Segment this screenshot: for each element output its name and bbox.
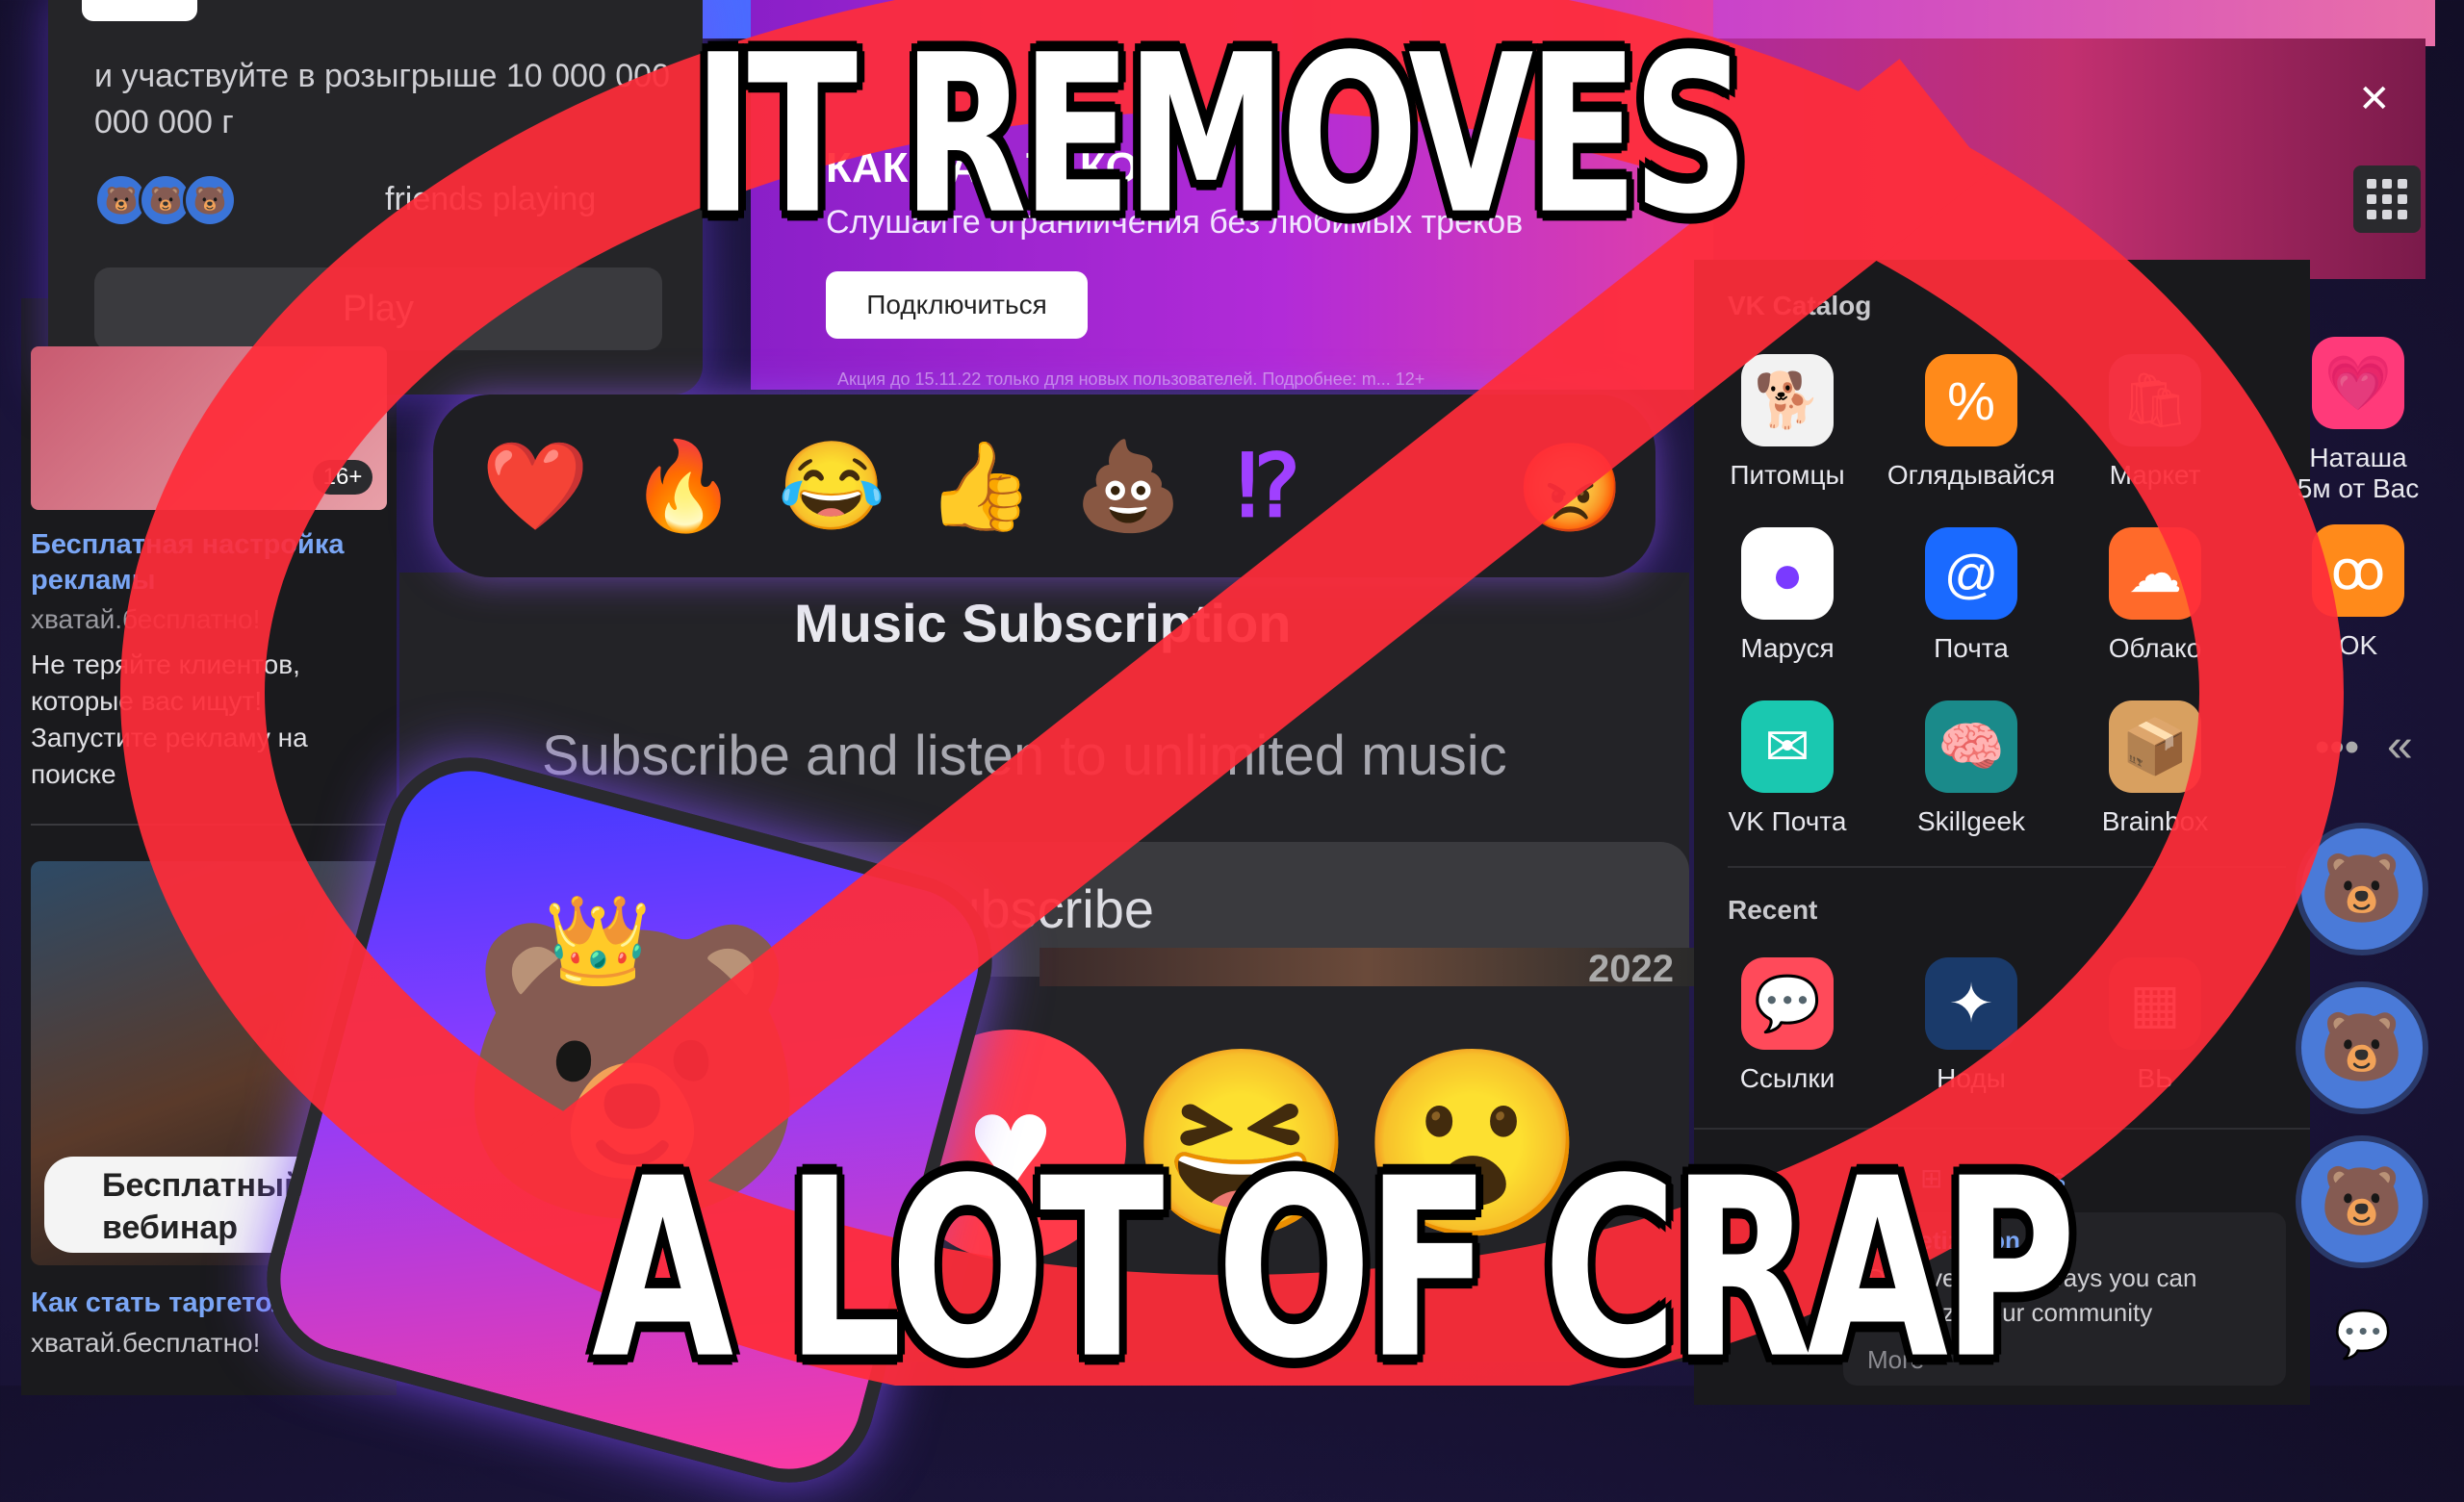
ad2-site: хватай.бесплатно! <box>31 1328 261 1358</box>
app-label: Skillgeek <box>1916 806 2026 836</box>
right-rail-app[interactable]: ꝏ OK <box>2291 524 2426 661</box>
rail-avatar[interactable]: 🐻 <box>2296 823 2428 955</box>
recent-app-icon: ▦ <box>2109 957 2201 1050</box>
catalog-app-tile[interactable]: % Оглядывайся <box>1880 354 2063 491</box>
catalog-app-tile[interactable]: 📦 Brainbox <box>2064 700 2246 837</box>
catalog-app-tile[interactable]: ● Маруся <box>1696 527 1879 664</box>
catalog-app-tile[interactable]: 🛍 Маркет <box>2064 354 2246 491</box>
heart-app-icon: 💗 <box>2312 337 2404 429</box>
app-label: Ссылки <box>1739 1063 1835 1093</box>
catalog-app-tile[interactable]: @ Почта <box>1880 527 2063 664</box>
app-label: Маруся <box>1740 633 1835 663</box>
ad-text: Не теряйте клиентов, которые вас ищут! З… <box>31 649 308 789</box>
fire-reaction-icon[interactable]: 🔥 <box>629 436 737 537</box>
right-rail-app[interactable]: 💗 Наташа 5м от Вас <box>2291 337 2426 504</box>
catalog-app-tile[interactable]: ▦ ВЬ <box>2064 957 2246 1094</box>
divider <box>1728 866 2286 868</box>
right-rail-label: Наташа 5м от Вас <box>2297 443 2420 503</box>
question-reaction-icon[interactable]: ⁉ <box>1222 436 1315 537</box>
divider <box>31 824 385 826</box>
more-dots-icon[interactable]: ••• <box>2315 724 2359 772</box>
chat-bubble-icon[interactable]: 💬 <box>2334 1307 2392 1362</box>
app-label: Питомцы <box>1730 460 1845 490</box>
catalog-app-tile[interactable]: ☁ Облако <box>2064 527 2246 664</box>
ad2-title-link[interactable]: Как стать таргетол <box>31 1287 289 1319</box>
app-label: ВЬ <box>2137 1063 2173 1093</box>
app-label: Маркет <box>2109 460 2201 490</box>
recent-title: Recent <box>1728 895 1818 925</box>
right-rail-label: OK <box>2338 630 2378 660</box>
age-badge: 16+ <box>313 460 372 495</box>
app-label: Оглядывайся <box>1886 460 2056 490</box>
ad-site: хватай.бесплатно! <box>31 604 261 634</box>
game-description: и участвуйте в розыгрыше 10 000 000 000 … <box>94 58 671 140</box>
poop-reaction-icon[interactable]: 💩 <box>1074 436 1182 537</box>
link-bubble-icon: 💬 <box>1741 957 1834 1050</box>
skills-icon: 🧠 <box>1925 700 2017 793</box>
cloud-icon: ☁ <box>2109 527 2201 620</box>
year-label: 2022 <box>1588 948 1674 990</box>
app-label: Облако <box>2108 633 2202 663</box>
music-card-title: Music Subscription <box>794 593 1292 653</box>
angry-reaction-icon[interactable]: 😡 <box>1516 438 1624 539</box>
reactions-bar: ❤️ 🔥 😂 👍 💩 ⁉ <box>433 395 1656 577</box>
collapse-chevron-icon[interactable]: « <box>2387 720 2413 773</box>
catalog-app-tile[interactable]: 🧠 Skillgeek <box>1880 700 2063 837</box>
crown-icon: 👑 <box>544 893 653 989</box>
app-label: Ноды <box>1937 1063 2006 1093</box>
app-label: Почта <box>1934 633 2009 663</box>
catalog-app-tile[interactable]: ✦ Ноды <box>1880 957 2063 1094</box>
dog-icon: 🐕 <box>1741 354 1834 446</box>
ok-icon: ꝏ <box>2312 524 2404 617</box>
laughing-reaction-icon[interactable]: 😂 <box>778 436 886 537</box>
play-button[interactable]: Play <box>94 267 662 350</box>
box-icon: 📦 <box>2109 700 2201 793</box>
at-icon: @ <box>1925 527 2017 620</box>
envelope-icon: ✉ <box>1741 700 1834 793</box>
catalog-app-tile[interactable]: 💬 Ссылки <box>1696 957 1879 1094</box>
app-label: Brainbox <box>2101 806 2209 836</box>
banner-photo <box>1713 38 2426 279</box>
bag-icon: 🛍 <box>2109 354 2201 446</box>
music-card-subtitle: Subscribe and listen to unlimited music <box>542 725 1507 787</box>
friends-playing-text: friends playing <box>385 181 597 217</box>
caption-bottom: A LOT OF CRAP <box>592 1126 2076 1413</box>
friends-avatars: 🐻 🐻 🐻 <box>94 173 237 227</box>
close-icon[interactable]: ✕ <box>2358 77 2391 121</box>
catalog-app-tile[interactable]: 🐕 Питомцы <box>1696 354 1879 491</box>
heart-reaction-icon[interactable]: ❤️ <box>481 436 589 537</box>
apps-grid-icon[interactable] <box>2353 165 2421 233</box>
banner-fineprint: Акция до 15.11.22 только для новых польз… <box>837 369 1425 389</box>
friend-avatar: 🐻 <box>183 173 237 227</box>
game-top-pill[interactable] <box>82 0 197 21</box>
caption-top: IT REMOVES <box>693 8 1749 263</box>
nodes-icon: ✦ <box>1925 957 2017 1050</box>
percent-icon: % <box>1925 354 2017 446</box>
connect-button[interactable]: Подключиться <box>826 271 1088 339</box>
catalog-title: VK Catalog <box>1728 291 1872 320</box>
ad-title-link[interactable]: Бесплатная настройка рекламы <box>31 527 377 598</box>
rail-avatar[interactable]: 🐻 <box>2296 981 2428 1114</box>
thumbs-up-reaction-icon[interactable]: 👍 <box>926 436 1034 537</box>
app-label: VK Почта <box>1728 806 1847 836</box>
marusia-icon: ● <box>1741 527 1834 620</box>
rail-avatar[interactable]: 🐻 <box>2296 1135 2428 1268</box>
catalog-app-tile[interactable]: ✉ VK Почта <box>1696 700 1879 837</box>
